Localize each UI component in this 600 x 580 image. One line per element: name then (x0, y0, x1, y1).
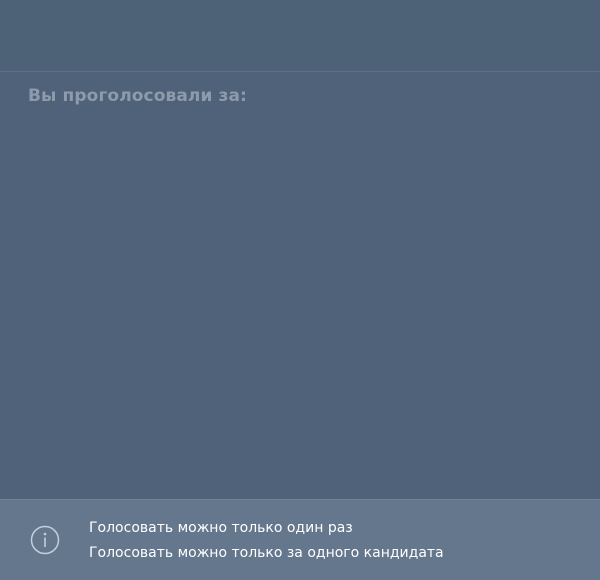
voted-for-heading: Вы проголосовали за: (28, 86, 247, 106)
info-rule-one-candidate: Голосовать можно только за одного кандид… (89, 545, 444, 561)
voting-app: Вы проголосовали за: Голосовать можно то… (0, 0, 600, 580)
voted-candidates-area (0, 118, 600, 498)
top-bar (0, 0, 600, 72)
info-panel: Голосовать можно только один раз Голосов… (0, 499, 600, 580)
info-icon (30, 525, 60, 555)
info-rule-one-time: Голосовать можно только один раз (89, 520, 353, 536)
info-rules: Голосовать можно только один раз Голосов… (89, 516, 444, 566)
